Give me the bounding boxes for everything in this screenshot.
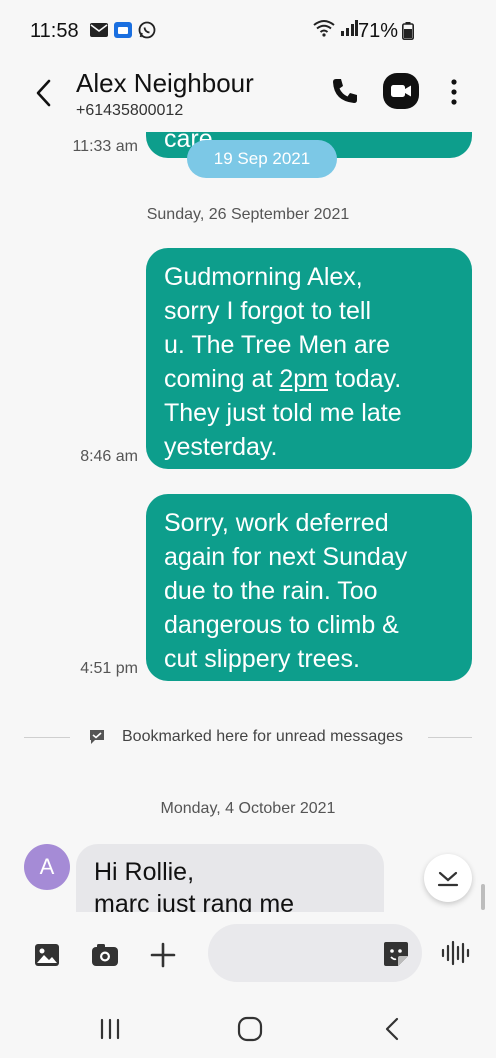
divider-line — [24, 737, 70, 738]
incoming-message-bubble[interactable]: Hi Rollie, marc just rang me — [76, 844, 384, 912]
message-line: u. The Tree Men are — [164, 331, 391, 359]
bookmark-text: Bookmarked here for unread messages — [122, 728, 404, 745]
message-line: Sorry, work deferred — [164, 509, 389, 537]
time-link[interactable]: 2pm — [279, 365, 328, 393]
message-line: sorry I forgot to tell — [164, 297, 372, 325]
call-button[interactable] — [330, 76, 362, 108]
voice-record-button[interactable] — [440, 938, 474, 970]
plus-icon — [150, 942, 176, 968]
camera-icon — [92, 944, 118, 966]
date-divider: Monday, 4 October 2021 — [160, 800, 336, 817]
scrollbar[interactable] — [481, 884, 485, 910]
home-button[interactable] — [230, 1014, 270, 1044]
system-icons — [312, 19, 358, 42]
contact-name[interactable]: Alex Neighbour — [76, 68, 254, 99]
message-line: marc just rang me — [94, 890, 295, 912]
contact-number: +61435800012 — [76, 102, 184, 119]
back-button[interactable] — [28, 76, 58, 110]
status-bar: 11:58 71% — [0, 0, 496, 56]
home-icon — [237, 1016, 263, 1042]
message-line: again for next Sunday — [164, 543, 408, 571]
mail-icon — [90, 23, 108, 42]
message-time: 11:33 am — [72, 138, 138, 155]
camera-button[interactable] — [90, 940, 120, 970]
whatsapp-icon — [138, 21, 156, 44]
message-line: They just told me late — [164, 399, 402, 427]
divider-line — [428, 737, 472, 738]
folder-icon — [114, 22, 132, 43]
nav-back-icon — [385, 1017, 399, 1041]
message-line: dangerous to climb & — [164, 611, 399, 639]
message-line: due to the rain. Too — [164, 577, 378, 605]
notification-icons — [90, 21, 156, 44]
message-line: coming at 2pm today. — [164, 365, 402, 393]
conversation-area[interactable]: care. 11:33 am 19 Sep 2021 Sunday, 26 Se… — [0, 132, 496, 912]
more-vert-icon — [451, 79, 457, 105]
scroll-to-bottom-button[interactable] — [424, 854, 472, 902]
message-bubble[interactable]: Gudmorning Alex, sorry I forgot to tell … — [146, 248, 472, 469]
signal-icon — [340, 20, 358, 41]
message-time: 4:51 pm — [80, 660, 138, 677]
message-line: yesterday. — [164, 433, 278, 461]
message-line: Hi Rollie, — [94, 858, 195, 886]
system-back-button[interactable] — [372, 1014, 412, 1044]
chevron-down-icon — [437, 871, 459, 887]
video-call-icon — [383, 73, 419, 109]
bookmark-icon — [88, 728, 106, 751]
back-arrow-icon — [36, 79, 51, 107]
date-pill: 19 Sep 2021 — [187, 140, 337, 178]
message-time: 8:46 am — [80, 448, 138, 465]
message-line: cut slippery trees. — [164, 645, 360, 673]
navigation-bar — [0, 998, 496, 1058]
avatar[interactable]: A — [24, 844, 70, 890]
unread-bookmark: Bookmarked here for unread messages — [24, 726, 472, 748]
message-line: Gudmorning Alex, — [164, 263, 363, 291]
message-bubble[interactable]: Sorry, work deferred again for next Sund… — [146, 494, 472, 681]
message-composer — [0, 912, 496, 998]
sticker-button[interactable] — [382, 940, 410, 968]
gallery-button[interactable] — [32, 940, 62, 970]
conversation-header: Alex Neighbour +61435800012 — [0, 56, 496, 132]
date-divider: Sunday, 26 September 2021 — [146, 206, 350, 223]
battery-icon — [402, 22, 414, 45]
sticker-icon — [384, 942, 408, 966]
more-options-button[interactable] — [440, 74, 468, 110]
image-icon — [35, 944, 59, 966]
phone-icon — [333, 79, 357, 103]
recents-icon — [100, 1018, 120, 1040]
battery-percent: 71% — [357, 20, 398, 42]
recents-button[interactable] — [90, 1014, 130, 1044]
wifi-icon — [312, 19, 336, 42]
voice-icon — [441, 940, 470, 966]
video-call-button[interactable] — [382, 72, 420, 110]
status-time: 11:58 — [30, 20, 79, 42]
add-attachment-button[interactable] — [148, 940, 178, 970]
